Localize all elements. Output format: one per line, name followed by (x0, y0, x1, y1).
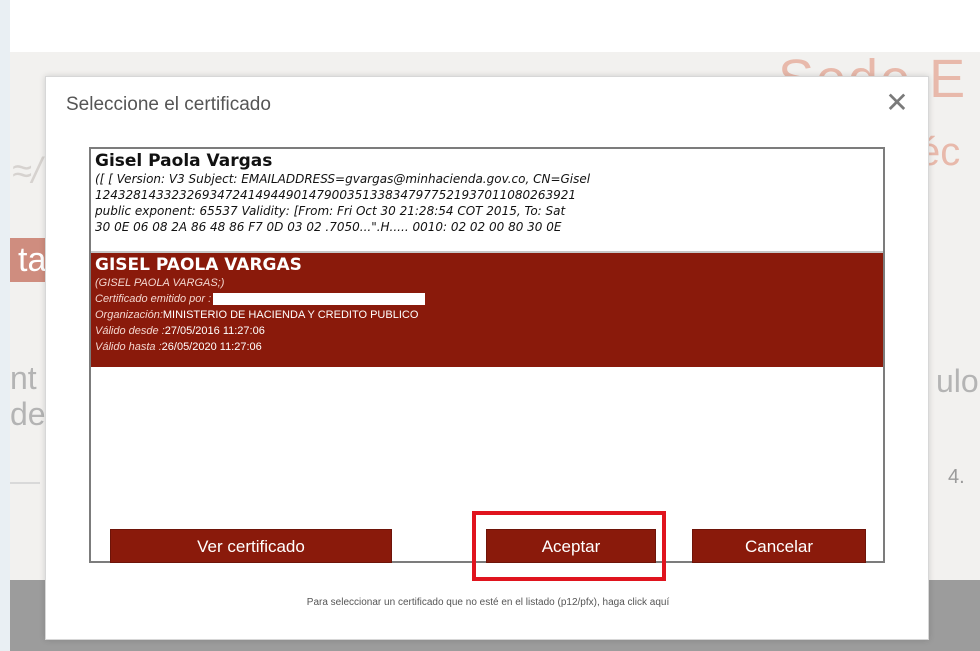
redaction-bar (213, 293, 426, 306)
organization-value: MINISTERIO DE HACIENDA Y CREDITO PUBLICO (162, 309, 419, 321)
close-icon[interactable]: ✕ (882, 89, 912, 119)
page-header-band (10, 0, 980, 52)
certificate-valid-from: Válido desde :27/05/2016 11:27:06 (95, 323, 883, 339)
issuer-label: Certificado emitido por : (95, 293, 212, 305)
background-logo-icon: ≈/ (12, 150, 42, 191)
certificate-organization: Organización:MINISTERIO DE HACIENDA Y CR… (95, 307, 883, 323)
certificate-list[interactable]: Gisel Paola Vargas ([ [ Version: V3 Subj… (89, 147, 885, 563)
certificate-name: GISEL PAOLA VARGAS (95, 255, 302, 275)
view-certificate-button[interactable]: Ver certificado (110, 529, 392, 563)
cancel-button[interactable]: Cancelar (692, 529, 866, 563)
background-step-number: 4. (948, 466, 965, 488)
background-left-text-line-2: de (10, 396, 46, 432)
certificate-detail-line: ([ [ Version: V3 Subject: EMAILADDRESS=g… (95, 172, 591, 186)
certificate-name: Gisel Paola Vargas (95, 151, 273, 171)
accept-button[interactable]: Aceptar (486, 529, 656, 563)
certificate-item[interactable]: Gisel Paola Vargas ([ [ Version: V3 Subj… (91, 149, 883, 245)
valid-to-label: Válido hasta : (95, 341, 162, 353)
certificate-detail-line: 30 0E 06 08 2A 86 48 86 F7 0D 03 02 .705… (95, 220, 562, 234)
valid-from-value: 27/05/2016 11:27:06 (164, 325, 265, 337)
certificate-detail-line: public exponent: 65537 Validity: [From: … (95, 204, 566, 218)
organization-label: Organización: (95, 309, 163, 321)
background-right-text: ulo (936, 363, 979, 399)
background-left-text: nt de (10, 360, 46, 432)
valid-from-label: Válido desde : (95, 325, 165, 337)
certificate-subname: (GISEL PAOLA VARGAS;) (95, 277, 225, 289)
valid-to-value: 26/05/2020 11:27:06 (161, 341, 262, 353)
background-divider (10, 482, 40, 484)
certificate-detail-line: 1243281433232693472414944901479003513383… (95, 188, 576, 202)
certificate-issuer: Certificado emitido por : (95, 291, 883, 307)
dialog-title: Seleccione el certificado (66, 94, 271, 115)
background-left-text-line-1: nt (10, 360, 37, 396)
certificate-item-selected[interactable]: GISEL PAOLA VARGAS (GISEL PAOLA VARGAS;)… (91, 251, 883, 367)
certificate-valid-to: Válido hasta :26/05/2020 11:27:06 (95, 339, 883, 355)
import-certificate-link[interactable]: Para seleccionar un certificado que no e… (46, 597, 930, 608)
certificate-dialog: Seleccione el certificado ✕ Gisel Paola … (45, 76, 929, 640)
